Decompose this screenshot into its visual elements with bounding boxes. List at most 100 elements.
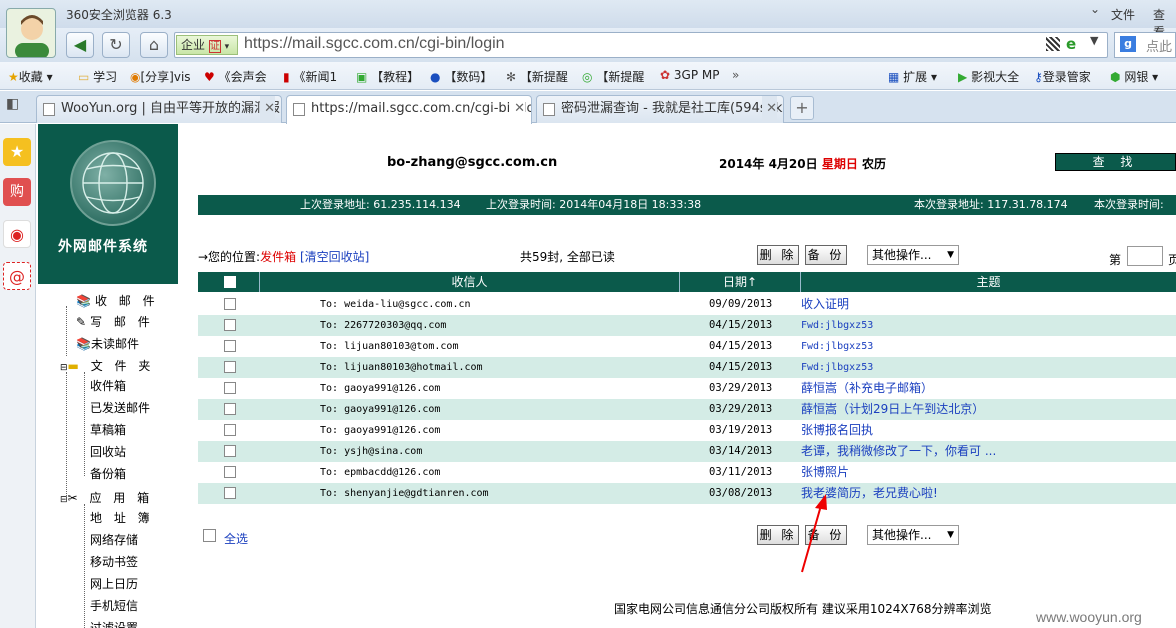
select-all-link[interactable]: 全选 bbox=[224, 530, 248, 547]
sidebar-toggle-icon[interactable]: ◧ bbox=[6, 96, 19, 112]
url-text[interactable]: https://mail.sgcc.com.cn/cgi-bin/login bbox=[244, 35, 505, 53]
nav-unread-mail[interactable]: 📚未读邮件 bbox=[76, 335, 139, 352]
page-number-input[interactable] bbox=[1127, 246, 1163, 266]
subject-link[interactable]: Fwd:jlbgxz53 bbox=[801, 336, 873, 357]
star-icon[interactable]: ★ bbox=[3, 138, 31, 166]
subject-link[interactable]: 收入证明 bbox=[801, 294, 849, 315]
login-manager-button[interactable]: ⚷登录管家 bbox=[1034, 68, 1091, 85]
close-icon[interactable]: ✕ bbox=[762, 96, 777, 122]
nav-sms[interactable]: 手机短信 bbox=[90, 597, 138, 614]
nav-folders[interactable]: ⊟▬ 文 件 夹 bbox=[60, 357, 154, 374]
search-button[interactable]: 查 找 bbox=[1055, 153, 1176, 171]
table-row[interactable]: To: gaoya991@126.com 03/29/2013 薛恒嵩（补充电子邮箱… bbox=[198, 378, 1176, 399]
table-row[interactable]: To: lijuan80103@hotmail.com 04/15/2013 Fwd… bbox=[198, 357, 1176, 378]
table-header: 收信人 日期↑ 主题 bbox=[198, 272, 1176, 292]
col-subject[interactable]: 主题 bbox=[801, 272, 1176, 292]
subject-link[interactable]: Fwd:jlbgxz53 bbox=[801, 357, 873, 378]
row-checkbox[interactable] bbox=[224, 487, 236, 499]
nav-compose-mail[interactable]: ✎写 邮 件 bbox=[76, 313, 154, 330]
row-checkbox[interactable] bbox=[224, 319, 236, 331]
nav-calendar[interactable]: 网上日历 bbox=[90, 575, 138, 592]
row-checkbox[interactable] bbox=[224, 382, 236, 394]
table-row[interactable]: To: lijuan80103@tom.com 04/15/2013 Fwd:jlb… bbox=[198, 336, 1176, 357]
tab-password-leak[interactable]: 密码泄漏查询 - 我就是社工库(594sgk ✕ bbox=[536, 95, 784, 123]
subject-link[interactable]: 张博报名回执 bbox=[801, 420, 873, 441]
tree-line bbox=[66, 372, 67, 496]
bookmark-huishenghui[interactable]: ♥ 《会声会 bbox=[204, 68, 267, 85]
back-button[interactable]: ◀ bbox=[66, 32, 94, 58]
cert-badge[interactable]: 企业 证 ▾ bbox=[176, 35, 238, 55]
other-actions-select-bottom[interactable]: 其他操作... ▼ bbox=[867, 525, 959, 545]
table-row[interactable]: To: shenyanjie@gdtianren.com 03/08/2013 我老… bbox=[198, 483, 1176, 504]
new-tab-button[interactable]: + bbox=[790, 96, 814, 120]
col-recipient[interactable]: 收信人 bbox=[260, 272, 679, 292]
url-dropdown-icon[interactable]: ▼ bbox=[1090, 34, 1098, 47]
nav-apps[interactable]: ⊟✂ 应 用 箱 bbox=[60, 489, 153, 506]
subject-link[interactable]: 薛恒嵩（计划29日上午到达北京） bbox=[801, 399, 984, 420]
subject-link[interactable]: 薛恒嵩（补充电子邮箱） bbox=[801, 378, 933, 399]
bookmark-reminder-1[interactable]: ✻ 【新提醒 bbox=[506, 68, 568, 85]
close-icon[interactable]: ✕ bbox=[260, 96, 275, 122]
close-icon[interactable]: ✕ bbox=[510, 96, 525, 122]
nav-receive-mail[interactable]: 📚收 邮 件 bbox=[76, 292, 159, 309]
empty-trash-link[interactable]: [清空回收站] bbox=[300, 250, 369, 264]
table-row[interactable]: To: gaoya991@126.com 03/19/2013 张博报名回执 bbox=[198, 420, 1176, 441]
bookmark-digital[interactable]: ● 【数码】 bbox=[430, 68, 492, 85]
refresh-button[interactable]: ↻ bbox=[102, 32, 130, 58]
row-checkbox[interactable] bbox=[224, 403, 236, 415]
table-row[interactable]: To: epmbacdd@126.com 03/11/2013 张博照片 bbox=[198, 462, 1176, 483]
subject-link[interactable]: 张博照片 bbox=[801, 462, 849, 483]
nav-bookmarks[interactable]: 移动书签 bbox=[90, 553, 138, 570]
row-checkbox[interactable] bbox=[224, 445, 236, 457]
bookmark-study[interactable]: ▭ 学习 bbox=[78, 68, 117, 85]
bookmark-news[interactable]: ▮ 《新闻1 bbox=[283, 68, 337, 85]
video-button[interactable]: ▶ 影视大全 bbox=[958, 68, 1019, 85]
extensions-button[interactable]: ▦ 扩展 ▾ bbox=[888, 68, 937, 85]
subject-link[interactable]: 老谭，我稍微修改了一下，你看可 ... bbox=[801, 441, 996, 462]
other-actions-select[interactable]: 其他操作... ▼ bbox=[867, 245, 959, 265]
nav-sent[interactable]: 已发送邮件 bbox=[90, 399, 150, 416]
shop-icon[interactable]: 购 bbox=[3, 178, 31, 206]
bookmark-3gp[interactable]: ✿ 3GP MP bbox=[660, 68, 719, 82]
email-icon[interactable]: @ bbox=[3, 262, 31, 290]
table-row[interactable]: To: gaoya991@126.com 03/29/2013 薛恒嵩（计划29日上… bbox=[198, 399, 1176, 420]
row-checkbox[interactable] bbox=[224, 361, 236, 373]
row-checkbox[interactable] bbox=[224, 340, 236, 352]
bank-button[interactable]: ⬢ 网银 ▾ bbox=[1110, 68, 1158, 85]
table-row[interactable]: To: ysjh@sina.com 03/14/2013 老谭，我稍微修改了一下，你… bbox=[198, 441, 1176, 462]
ie-mode-icon[interactable]: e bbox=[1066, 35, 1076, 53]
header-checkbox[interactable] bbox=[224, 276, 236, 288]
delete-button[interactable]: 删 除 bbox=[757, 245, 799, 265]
subject-link[interactable]: Fwd:jlbgxz53 bbox=[801, 315, 873, 336]
nav-filters[interactable]: 过滤设置 bbox=[90, 619, 138, 628]
minimize-icon[interactable]: ⌄ bbox=[1090, 2, 1100, 16]
select-all-checkbox[interactable] bbox=[203, 529, 216, 542]
tab-wooyun[interactable]: WooYun.org | 自由平等开放的漏洞报 ✕ bbox=[36, 95, 282, 123]
nav-address-book[interactable]: 地 址 簿 bbox=[90, 509, 154, 526]
tab-mail[interactable]: https://mail.sgcc.com.cn/cgi-bin/lo ✕ bbox=[286, 95, 532, 124]
weibo-icon[interactable]: ◉ bbox=[3, 220, 31, 248]
table-row[interactable]: To: weida-liu@sgcc.com.cn 09/09/2013 收入证明 bbox=[198, 294, 1176, 315]
bookmark-share[interactable]: ◉[分享]vis bbox=[130, 68, 191, 85]
bookmark-favorites[interactable]: ★收藏 ▾ bbox=[8, 68, 53, 85]
table-row[interactable]: To: 2267720303@qq.com 04/15/2013 Fwd:jlbgx… bbox=[198, 315, 1176, 336]
nav-inbox[interactable]: 收件箱 bbox=[90, 377, 126, 394]
home-button[interactable]: ⌂ bbox=[140, 32, 168, 58]
col-date[interactable]: 日期↑ bbox=[680, 272, 800, 292]
nav-storage[interactable]: 网络存储 bbox=[90, 531, 138, 548]
folder-icon: ▬ bbox=[67, 359, 83, 373]
bookmarks-more-icon[interactable]: » bbox=[732, 68, 739, 82]
bookmark-tutorial[interactable]: ▣ 【教程】 bbox=[356, 68, 419, 85]
nav-backup[interactable]: 备份箱 bbox=[90, 465, 126, 482]
bookmark-reminder-2[interactable]: ◎ 【新提醒 bbox=[582, 68, 644, 85]
backup-button[interactable]: 备 份 bbox=[805, 245, 847, 265]
row-checkbox[interactable] bbox=[224, 424, 236, 436]
qr-code-icon[interactable] bbox=[1046, 37, 1060, 51]
menu-file[interactable]: 文件 bbox=[1111, 6, 1135, 23]
user-avatar-icon[interactable] bbox=[6, 8, 56, 58]
search-engine-icon[interactable]: g bbox=[1120, 36, 1136, 52]
row-checkbox[interactable] bbox=[224, 298, 236, 310]
nav-trash[interactable]: 回收站 bbox=[90, 443, 126, 460]
row-checkbox[interactable] bbox=[224, 466, 236, 478]
nav-drafts[interactable]: 草稿箱 bbox=[90, 421, 126, 438]
